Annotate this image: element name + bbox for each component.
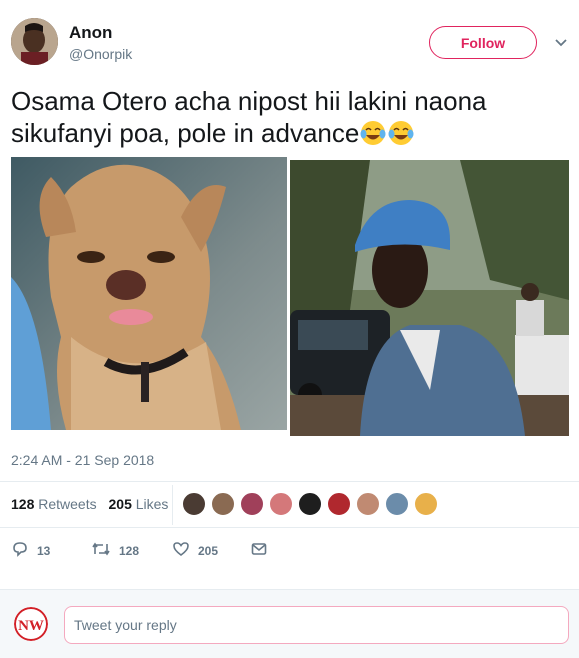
retweets-label[interactable]: Retweets: [38, 496, 96, 512]
divider: [0, 481, 579, 482]
envelope-icon: [250, 540, 276, 561]
heart-icon: [172, 540, 198, 561]
reply-action[interactable]: 13: [11, 540, 50, 561]
stats-separator: [172, 485, 173, 525]
liker-avatar[interactable]: [239, 491, 265, 517]
tears-of-joy-icon: [387, 119, 415, 147]
retweet-action[interactable]: 128: [91, 540, 139, 561]
like-count[interactable]: 205: [109, 496, 132, 512]
reply-icon: [11, 540, 37, 561]
liker-avatar[interactable]: [384, 491, 410, 517]
tweet-timestamp[interactable]: 2:24 AM - 21 Sep 2018: [11, 452, 154, 468]
liker-avatar[interactable]: [326, 491, 352, 517]
tweet-photo-man[interactable]: [290, 160, 569, 436]
chevron-down-icon[interactable]: [553, 34, 569, 50]
direct-message-action[interactable]: [250, 540, 276, 561]
likes-label[interactable]: Likes: [136, 496, 169, 512]
viewer-avatar[interactable]: NW: [14, 607, 48, 641]
liker-avatar[interactable]: [181, 491, 207, 517]
author-name[interactable]: Anon: [69, 23, 112, 43]
reply-count: 13: [37, 543, 51, 558]
liker-avatar[interactable]: [268, 491, 294, 517]
liker-avatar[interactable]: [355, 491, 381, 517]
tears-of-joy-icon: [359, 119, 387, 147]
author-avatar[interactable]: [11, 18, 58, 65]
retweet-action-count: 128: [119, 543, 140, 558]
retweet-count[interactable]: 128: [11, 496, 34, 512]
follow-button[interactable]: Follow: [429, 26, 537, 59]
tweet-header: Anon @Onorpik Follow: [0, 0, 579, 78]
tweet-photo-dog[interactable]: [11, 157, 287, 430]
tweet-stats: 128 Retweets 205 Likes: [11, 496, 168, 512]
liker-avatar[interactable]: [210, 491, 236, 517]
liker-avatar[interactable]: [413, 491, 439, 517]
tweet-text: Osama Otero acha nipost hii lakini naona…: [11, 85, 571, 149]
reply-composer: NW: [0, 589, 579, 658]
reply-input[interactable]: [64, 606, 569, 644]
retweet-icon: [91, 540, 119, 561]
tweet-actions: 13 128 205: [0, 540, 579, 566]
liker-avatar[interactable]: [297, 491, 323, 517]
like-action-count: 205: [198, 543, 219, 558]
divider: [0, 527, 579, 528]
viewer-logo-text: NW: [18, 618, 44, 634]
like-action[interactable]: 205: [172, 540, 218, 561]
author-handle[interactable]: @Onorpik: [69, 46, 132, 62]
